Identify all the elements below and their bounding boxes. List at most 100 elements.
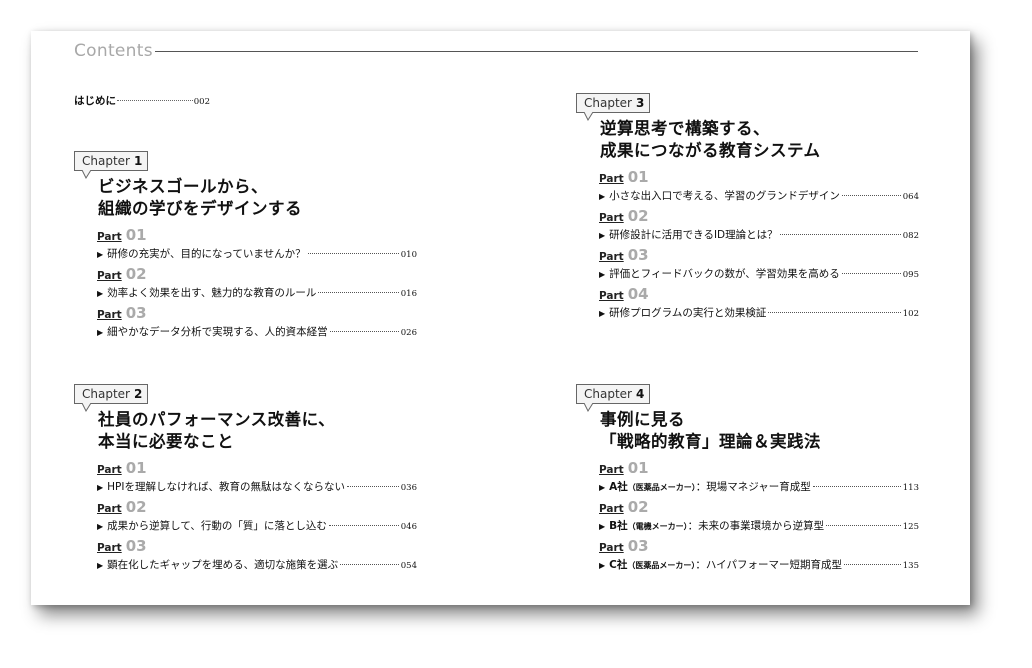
part-word: Part bbox=[599, 251, 624, 263]
contents-heading: Contents bbox=[74, 41, 153, 61]
chapter-title-line: 事例に見る bbox=[600, 410, 685, 429]
part-word: Part bbox=[599, 212, 624, 224]
page-number: 054 bbox=[400, 561, 417, 571]
intro-label: はじめに bbox=[74, 95, 116, 107]
parts-list: Part 01 ▶ 研修の充実が、目的になっていませんか？ 010 Part 02 ▶ 効… bbox=[97, 226, 417, 343]
triangle-bullet-icon: ▶ bbox=[97, 522, 104, 531]
toc-item[interactable]: ▶ HPIを理解しなければ、教育の無駄はなくならない 036 bbox=[97, 479, 417, 498]
parts-list: Part 01 ▶ 小さな出入口で考える、学習のグランドデザイン 064 Part 02… bbox=[599, 168, 919, 324]
chapter-title-line: 組織の学びをデザインする bbox=[98, 199, 302, 218]
chapter-title: ビジネスゴールから、 組織の学びをデザインする bbox=[98, 176, 302, 220]
page-number: 095 bbox=[902, 270, 919, 280]
leader-dots bbox=[812, 486, 901, 487]
chapter-tag: Chapter 4 bbox=[576, 384, 651, 404]
toc-item[interactable]: ▶ 顕在化したギャップを埋める、適切な施策を選ぶ 054 bbox=[97, 557, 417, 576]
triangle-bullet-icon: ▶ bbox=[599, 483, 606, 492]
company-name: C社 bbox=[609, 559, 628, 571]
leader-dots bbox=[328, 525, 399, 526]
part-word: Part bbox=[97, 309, 122, 321]
leader-dots bbox=[841, 273, 901, 274]
heading-rule bbox=[155, 51, 918, 52]
triangle-bullet-icon: ▶ bbox=[97, 250, 104, 259]
leader-dots bbox=[340, 564, 399, 565]
triangle-bullet-icon: ▶ bbox=[599, 522, 606, 531]
company-name: A社 bbox=[609, 481, 628, 493]
chapter-tag: Chapter 1 bbox=[74, 151, 149, 171]
item-text: HPIを理解しなければ、教育の無駄はなくならない bbox=[107, 481, 345, 493]
part-number: 04 bbox=[627, 285, 649, 303]
page-number: 046 bbox=[400, 522, 417, 532]
part-number: 02 bbox=[125, 265, 147, 283]
item-text: 評価とフィードバックの数が、学習効果を高める bbox=[609, 268, 840, 280]
tag-tail-icon bbox=[584, 112, 594, 122]
toc-item[interactable]: ▶ 効率よく効果を出す、魅力的な教育のルール 016 bbox=[97, 285, 417, 304]
tag-tail-icon bbox=[82, 170, 92, 180]
chapter-tag: Chapter 2 bbox=[74, 384, 149, 404]
chapter-title: 事例に見る 「戦略的教育」理論＆実践法 bbox=[600, 409, 821, 453]
page-number: 102 bbox=[902, 309, 919, 319]
item-text: C社（医薬品メーカー）：ハイパフォーマー短期育成型 bbox=[609, 557, 842, 572]
leader-dots bbox=[329, 331, 399, 332]
tag-tail-icon bbox=[82, 403, 92, 413]
part-heading: Part 02 bbox=[97, 498, 417, 518]
case-description: ：現場マネジャー育成型 bbox=[695, 481, 811, 493]
toc-item[interactable]: ▶ C社（医薬品メーカー）：ハイパフォーマー短期育成型 135 bbox=[599, 557, 919, 576]
part-word: Part bbox=[97, 270, 122, 282]
item-text: 細やかなデータ分析で実現する、人的資本経営 bbox=[107, 326, 328, 338]
toc-item[interactable]: ▶ A社（医薬品メーカー）：現場マネジャー育成型 113 bbox=[599, 479, 919, 498]
page-number: 016 bbox=[400, 289, 417, 299]
triangle-bullet-icon: ▶ bbox=[97, 561, 104, 570]
part-heading: Part 03 bbox=[97, 304, 417, 324]
toc-item[interactable]: ▶ 評価とフィードバックの数が、学習効果を高める 095 bbox=[599, 266, 919, 285]
toc-item[interactable]: ▶ 研修設計に活用できるID理論とは？ 082 bbox=[599, 227, 919, 246]
part-heading: Part 02 bbox=[97, 265, 417, 285]
chapter-number: 4 bbox=[635, 387, 645, 401]
part-number: 01 bbox=[125, 226, 147, 244]
item-text: A社（医薬品メーカー）：現場マネジャー育成型 bbox=[609, 479, 811, 494]
leader-dots bbox=[346, 486, 399, 487]
chapter-title-line: ビジネスゴールから、 bbox=[98, 177, 268, 196]
item-text: 研修設計に活用できるID理論とは？ bbox=[609, 229, 778, 241]
triangle-bullet-icon: ▶ bbox=[97, 328, 104, 337]
chapter-tag: Chapter 3 bbox=[576, 93, 651, 113]
leader-dots bbox=[843, 564, 901, 565]
company-industry: （医薬品メーカー） bbox=[627, 483, 696, 492]
chapter-title-line: 社員のパフォーマンス改善に、 bbox=[98, 410, 336, 429]
part-number: 02 bbox=[627, 207, 649, 225]
chapter-title-line: 「戦略的教育」理論＆実践法 bbox=[600, 432, 821, 451]
triangle-bullet-icon: ▶ bbox=[599, 270, 606, 279]
triangle-bullet-icon: ▶ bbox=[599, 561, 606, 570]
company-industry: （電機メーカー） bbox=[627, 522, 688, 531]
part-number: 02 bbox=[627, 498, 649, 516]
tag-tail-icon bbox=[584, 403, 594, 413]
intro-entry[interactable]: はじめに 002 bbox=[74, 93, 210, 108]
part-heading: Part 03 bbox=[599, 246, 919, 266]
part-word: Part bbox=[97, 231, 122, 243]
part-heading: Part 01 bbox=[97, 459, 417, 479]
toc-item[interactable]: ▶ 成果から逆算して、行動の「質」に落とし込む 046 bbox=[97, 518, 417, 537]
toc-item[interactable]: ▶ 研修プログラムの実行と効果検証 102 bbox=[599, 305, 919, 324]
part-heading: Part 04 bbox=[599, 285, 919, 305]
toc-item[interactable]: ▶ 細やかなデータ分析で実現する、人的資本経営 026 bbox=[97, 324, 417, 343]
part-heading: Part 03 bbox=[97, 537, 417, 557]
triangle-bullet-icon: ▶ bbox=[599, 192, 606, 201]
chapter-number: 2 bbox=[133, 387, 143, 401]
toc-item[interactable]: ▶ 研修の充実が、目的になっていませんか？ 010 bbox=[97, 246, 417, 265]
part-word: Part bbox=[599, 173, 624, 185]
part-number: 01 bbox=[125, 459, 147, 477]
page-number: 036 bbox=[400, 483, 417, 493]
chapter-number: 1 bbox=[133, 154, 143, 168]
leader-dots bbox=[779, 234, 901, 235]
toc-item[interactable]: ▶ 小さな出入口で考える、学習のグランドデザイン 064 bbox=[599, 188, 919, 207]
part-word: Part bbox=[599, 464, 624, 476]
triangle-bullet-icon: ▶ bbox=[599, 231, 606, 240]
leader-dots bbox=[307, 253, 399, 254]
item-text: 研修の充実が、目的になっていませんか？ bbox=[107, 248, 306, 260]
page-number: 082 bbox=[902, 231, 919, 241]
toc-item[interactable]: ▶ B社（電機メーカー）：未来の事業環境から逆算型 125 bbox=[599, 518, 919, 537]
parts-list: Part 01 ▶ A社（医薬品メーカー）：現場マネジャー育成型 113 Part 02… bbox=[599, 459, 919, 576]
part-heading: Part 02 bbox=[599, 207, 919, 227]
chapter-title-line: 本当に必要なこと bbox=[98, 432, 234, 451]
item-text: 顕在化したギャップを埋める、適切な施策を選ぶ bbox=[107, 559, 339, 571]
part-number: 02 bbox=[125, 498, 147, 516]
